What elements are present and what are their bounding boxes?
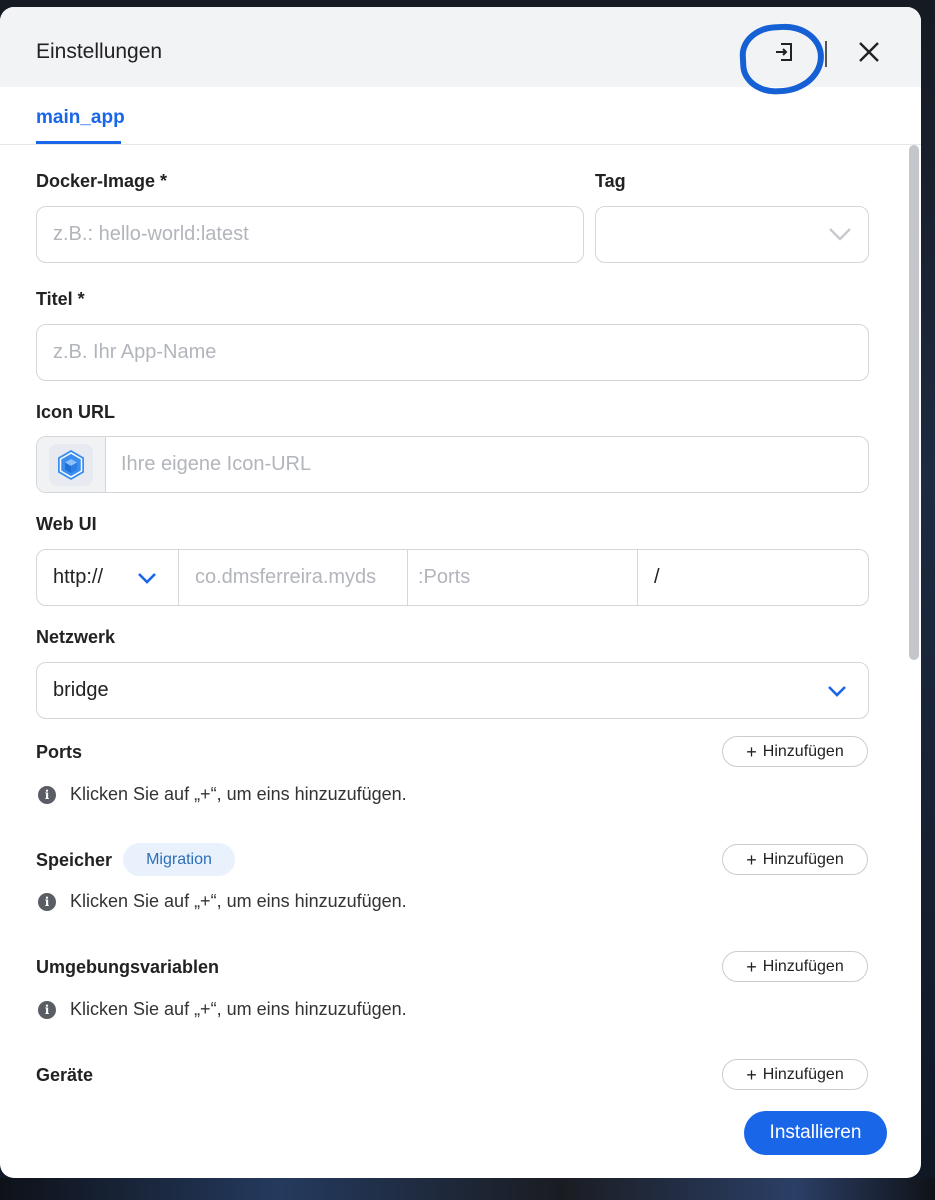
header-divider: [825, 41, 827, 67]
cube-icon: [58, 449, 84, 480]
web-ui-label: Web UI: [36, 514, 97, 534]
plus-icon: +: [746, 741, 757, 762]
title-input[interactable]: z.B. Ihr App-Name: [36, 324, 869, 381]
tab-bar: main_app: [0, 87, 921, 145]
icon-preview: [37, 437, 106, 492]
title-placeholder: z.B. Ihr App-Name: [53, 341, 217, 363]
add-storage-button[interactable]: + Hinzufügen: [722, 844, 868, 875]
active-tab-indicator: [36, 141, 121, 144]
tag-label: Tag: [595, 171, 626, 191]
close-button[interactable]: [853, 36, 885, 68]
network-value: bridge: [53, 679, 109, 701]
add-device-button[interactable]: + Hinzufügen: [722, 1059, 868, 1090]
tag-select[interactable]: [595, 206, 869, 263]
install-button[interactable]: Installieren: [744, 1111, 887, 1155]
add-env-button[interactable]: + Hinzufügen: [722, 951, 868, 982]
migration-badge[interactable]: Migration: [123, 843, 235, 876]
add-port-button[interactable]: + Hinzufügen: [722, 736, 868, 767]
storage-info-text: Klicken Sie auf „+“, um eins hinzuzufüge…: [70, 891, 407, 911]
info-icon: i: [38, 785, 56, 804]
plus-icon: +: [746, 1064, 757, 1085]
plus-icon: +: [746, 956, 757, 977]
add-storage-label: Hinzufügen: [762, 850, 844, 868]
title-label: Titel *: [36, 289, 85, 309]
ports-info: i Klicken Sie auf „+“, um eins hinzuzufü…: [38, 784, 407, 805]
env-info: i Klicken Sie auf „+“, um eins hinzuzufü…: [38, 999, 407, 1020]
info-icon: i: [38, 892, 56, 911]
network-select[interactable]: bridge: [36, 662, 869, 719]
icon-url-input[interactable]: Ihre eigene Icon-URL: [36, 436, 869, 493]
tab-main-app[interactable]: main_app: [36, 107, 125, 129]
path-value: /: [654, 566, 660, 588]
ports-label: Ports: [36, 742, 83, 762]
storage-info: i Klicken Sie auf „+“, um eins hinzuzufü…: [38, 891, 407, 912]
protocol-value: http://: [53, 566, 104, 588]
docker-image-label: Docker-Image *: [36, 171, 168, 191]
env-info-text: Klicken Sie auf „+“, um eins hinzuzufüge…: [70, 999, 407, 1019]
host-input[interactable]: co.dmsferreira.myds: [179, 550, 408, 605]
docker-image-placeholder: z.B.: hello-world:latest: [53, 223, 249, 245]
background: [0, 1178, 935, 1200]
add-port-label: Hinzufügen: [762, 742, 844, 760]
chevron-down-icon: [138, 573, 156, 584]
devices-label: Geräte: [36, 1065, 94, 1085]
chevron-down-icon: [829, 228, 851, 241]
ports-info-text: Klicken Sie auf „+“, um eins hinzuzufüge…: [70, 784, 407, 804]
storage-label: Speicher: [36, 850, 113, 870]
info-icon: i: [38, 1000, 56, 1019]
add-device-label: Hinzufügen: [762, 1065, 844, 1083]
chevron-down-icon: [828, 686, 846, 697]
docker-image-input[interactable]: z.B.: hello-world:latest: [36, 206, 584, 263]
icon-preview-frame: [49, 443, 93, 486]
port-input[interactable]: :Ports: [408, 550, 638, 605]
close-icon: [859, 42, 879, 62]
protocol-select[interactable]: http://: [37, 550, 179, 605]
port-placeholder: :Ports: [418, 566, 471, 588]
plus-icon: +: [746, 849, 757, 870]
dialog-title: Einstellungen: [36, 40, 163, 63]
icon-url-label: Icon URL: [36, 402, 115, 422]
add-env-label: Hinzufügen: [762, 957, 844, 975]
icon-url-placeholder: Ihre eigene Icon-URL: [121, 453, 312, 475]
settings-dialog: Einstellungen main_app Docker-Image * z.…: [0, 7, 921, 1178]
env-label: Umgebungsvariablen: [36, 957, 220, 977]
host-placeholder: co.dmsferreira.myds: [195, 566, 377, 588]
path-input[interactable]: /: [638, 550, 868, 605]
scrollbar[interactable]: [909, 145, 919, 660]
web-ui-field: http:// co.dmsferreira.myds :Ports /: [36, 549, 869, 606]
network-label: Netzwerk: [36, 627, 116, 647]
